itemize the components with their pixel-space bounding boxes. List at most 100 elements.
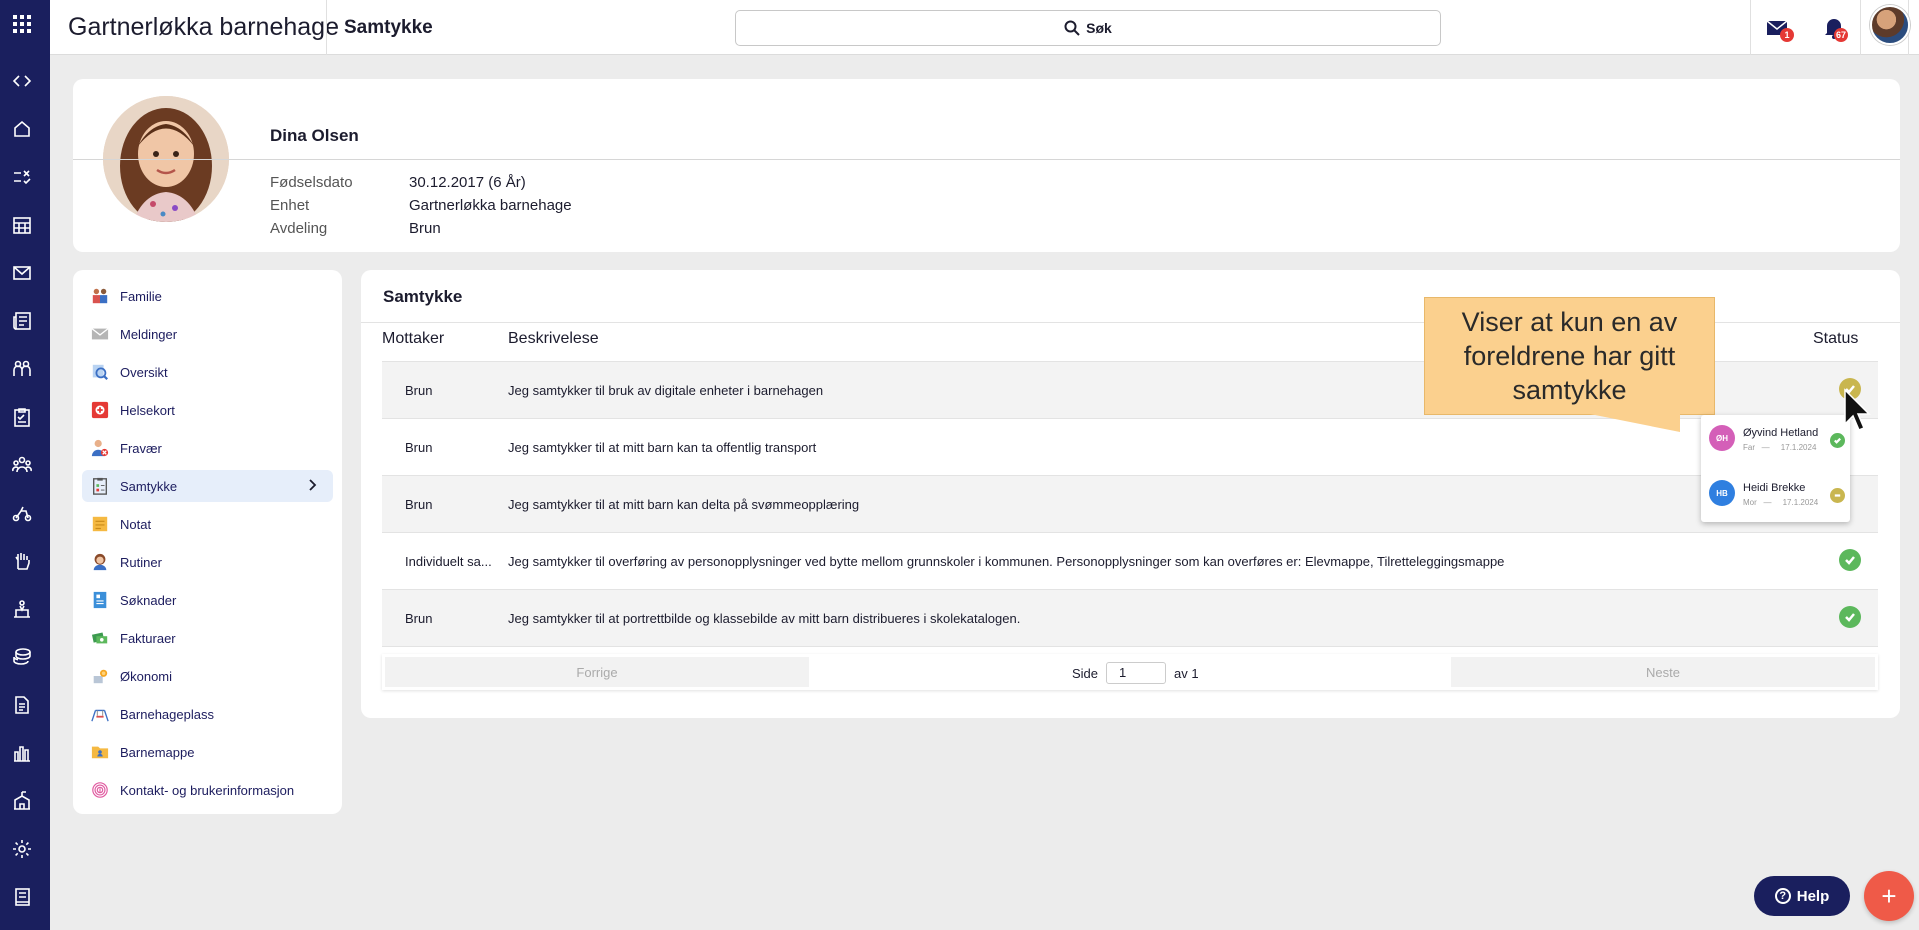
next-page-button[interactable]: Neste: [1451, 657, 1875, 687]
settings-icon[interactable]: [11, 838, 33, 860]
apps-grid-icon[interactable]: [11, 13, 33, 35]
mail-button[interactable]: 1: [1764, 14, 1794, 42]
menu-item-oversikt[interactable]: Oversikt: [82, 356, 333, 388]
pending-status-icon: [1830, 488, 1845, 503]
user-avatar[interactable]: [1870, 5, 1910, 45]
row-description: Jeg samtykker til overføring av personop…: [508, 554, 1505, 569]
book-icon[interactable]: [11, 886, 33, 908]
parent-meta: Mor — 17.1.2024: [1743, 498, 1819, 507]
search-input[interactable]: Søk: [735, 10, 1441, 46]
news-icon[interactable]: [11, 310, 33, 332]
notifications-button[interactable]: 67: [1820, 14, 1849, 42]
parent-name: Øyvind Hetland: [1743, 427, 1819, 439]
activity-icon[interactable]: [11, 502, 33, 524]
menu-item-label: Notat: [120, 516, 152, 532]
hand-icon[interactable]: [11, 550, 33, 572]
page-total: av 1: [1174, 665, 1199, 681]
groups-icon[interactable]: [11, 454, 33, 476]
help-button[interactable]: ? Help: [1754, 876, 1850, 916]
info-label: Enhet: [270, 197, 310, 214]
callout-pointer: [1590, 414, 1680, 432]
mouse-cursor-icon: [1844, 388, 1871, 431]
top-bar: Gartnerløkka barnehage Samtykke Søk 1 67: [50, 0, 1919, 55]
section-title: Samtykke: [383, 287, 463, 306]
menu-item-fakturaer[interactable]: Fakturaer: [82, 622, 333, 654]
app-title[interactable]: Gartnerløkka barnehage: [68, 13, 339, 42]
divider: [326, 0, 327, 55]
menu-item-label: Rutiner: [120, 554, 162, 570]
page-label: Side: [1072, 665, 1099, 681]
approved-status-icon[interactable]: [1839, 606, 1861, 628]
page-number-input[interactable]: 1: [1106, 662, 1167, 684]
children-icon[interactable]: [11, 358, 33, 380]
row-description: Jeg samtykker til at mitt barn kan delta…: [508, 497, 860, 512]
annotation-callout: Viser at kun en av foreldrene har gitt s…: [1424, 297, 1715, 415]
info-value: 30.12.2017 (6 År): [409, 174, 526, 191]
economy-icon: [90, 666, 110, 686]
approved-status-icon[interactable]: [1839, 549, 1861, 571]
search-icon: [1064, 20, 1080, 36]
app-rail: [0, 0, 50, 930]
mail-icon[interactable]: [11, 262, 33, 284]
chart-icon[interactable]: [11, 742, 33, 764]
overview-icon: [90, 362, 110, 382]
consent-icon: [90, 476, 110, 496]
row-recipient: Brun: [405, 611, 433, 626]
table-row[interactable]: Brun Jeg samtykker til at portrettbilde …: [382, 590, 1878, 647]
mail-badge: 1: [1780, 28, 1794, 42]
application-icon: [90, 590, 110, 610]
pagination: Forrige Side 1 av 1 Neste: [382, 654, 1878, 690]
menu-item-samtykke[interactable]: Samtykke: [82, 470, 333, 502]
plus-icon: +: [1881, 880, 1897, 911]
divider: [1860, 0, 1861, 55]
folder-icon: [90, 742, 110, 762]
add-button[interactable]: +: [1864, 871, 1914, 921]
menu-item-helsekort[interactable]: Helsekort: [82, 394, 333, 426]
bed-icon[interactable]: [11, 598, 33, 620]
tasks-icon[interactable]: [11, 166, 33, 188]
menu-item-kontakt[interactable]: Kontakt- og brukerinformasjon: [82, 774, 333, 806]
menu-item-barnemappe[interactable]: Barnemappe: [82, 736, 333, 768]
parent-meta: Far — 17.1.2024: [1743, 443, 1817, 452]
fingerprint-icon: [90, 780, 110, 800]
menu-item-barnehageplass[interactable]: Barnehageplass: [82, 698, 333, 730]
column-header-status: Status: [1813, 330, 1859, 347]
previous-page-button[interactable]: Forrige: [385, 657, 809, 687]
menu-item-fravaer[interactable]: Fravær: [82, 432, 333, 464]
table-row[interactable]: Individuelt sa... Jeg samtykker til over…: [382, 533, 1878, 590]
question-icon: ?: [1774, 888, 1791, 904]
help-label: Help: [1796, 887, 1830, 905]
coins-icon[interactable]: [11, 646, 33, 668]
info-label: Fødselsdato: [270, 174, 353, 191]
home-icon[interactable]: [11, 118, 33, 140]
child-name: Dina Olsen: [270, 126, 359, 145]
calendar-icon[interactable]: [11, 214, 33, 236]
invoice-icon: [90, 628, 110, 648]
table-row[interactable]: Brun Jeg samtykker til at mitt barn kan …: [382, 476, 1878, 533]
parent-avatar: ØH: [1709, 425, 1735, 451]
child-menu: Familie Meldinger Oversikt Helsekort Fra…: [73, 270, 342, 814]
menu-item-familie[interactable]: Familie: [82, 280, 333, 312]
menu-item-label: Barnehageplass: [120, 706, 214, 722]
menu-item-label: Oversikt: [120, 364, 168, 380]
menu-item-label: Økonomi: [120, 668, 173, 684]
column-header-recipient: Mottaker: [382, 330, 445, 347]
menu-item-label: Fravær: [120, 440, 162, 456]
document-icon[interactable]: [11, 694, 33, 716]
checklist-icon[interactable]: [11, 406, 33, 428]
row-recipient: Brun: [405, 440, 433, 455]
menu-item-meldinger[interactable]: Meldinger: [82, 318, 333, 350]
search-label: Søk: [1086, 20, 1112, 36]
menu-item-soknader[interactable]: Søknader: [82, 584, 333, 616]
notifications-badge: 67: [1834, 28, 1849, 42]
school-icon[interactable]: [11, 790, 33, 812]
parent-consent-entry: ØH Øyvind Hetland Far — 17.1.2024: [1709, 415, 1845, 455]
menu-item-okonomi[interactable]: Økonomi: [82, 660, 333, 692]
kindergarten-place-icon: [90, 704, 110, 724]
row-recipient: Brun: [405, 383, 433, 398]
menu-item-label: Fakturaer: [120, 630, 176, 646]
menu-item-notat[interactable]: Notat: [82, 508, 333, 540]
menu-item-rutiner[interactable]: Rutiner: [82, 546, 333, 578]
parent-consent-entry: HB Heidi Brekke Mor — 17.1.2024: [1709, 470, 1845, 510]
code-toggle-icon[interactable]: [11, 70, 33, 92]
